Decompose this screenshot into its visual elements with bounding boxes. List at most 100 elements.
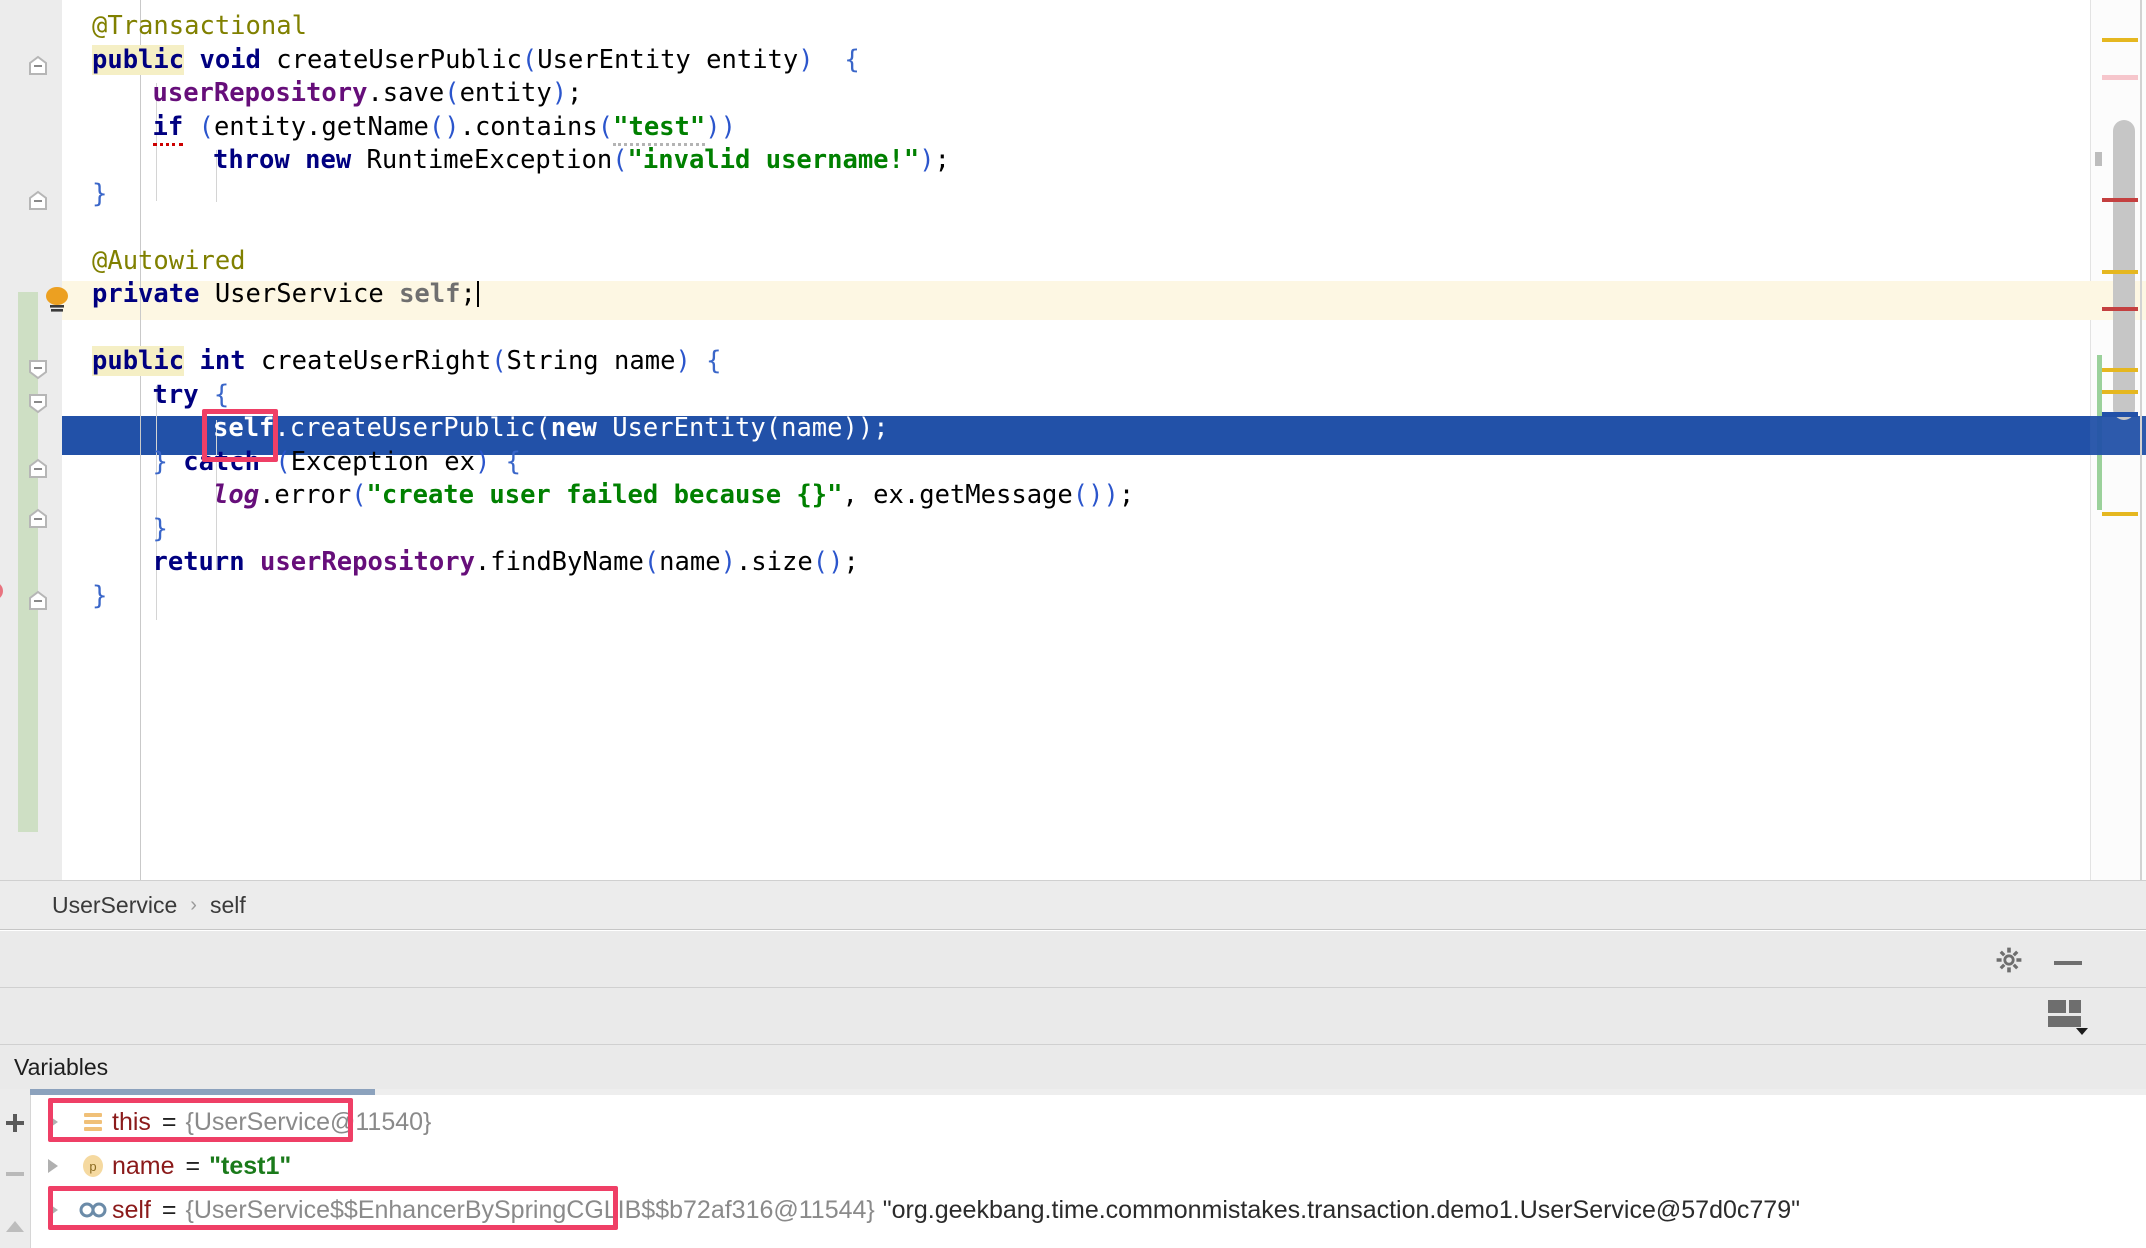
error-stripe-mark[interactable] (2102, 198, 2138, 202)
code-line[interactable]: public void createUserPublic(UserEntity … (0, 42, 2090, 76)
ide-window: @Transactionalpublic void createUserPubl… (0, 0, 2146, 1248)
variable-equals: = (162, 1108, 177, 1137)
code-token: return (153, 547, 245, 577)
variables-panel-title: Variables (0, 1045, 2146, 1089)
code-token: () (813, 547, 844, 577)
code-token: ( (491, 346, 506, 376)
breadcrumb[interactable]: UserService › self (0, 880, 2146, 930)
code-line[interactable]: private UserService self; (0, 276, 2090, 310)
code-line[interactable]: if (entity.getName().contains("test")) (0, 109, 2090, 143)
code-token: .findByName (475, 547, 644, 577)
variable-row[interactable]: pname="test1" (30, 1145, 2146, 1187)
code-token: private (92, 279, 199, 309)
triangle-right-icon[interactable] (30, 1156, 74, 1176)
code-token: } (153, 514, 168, 544)
code-line[interactable]: return userRepository.findByName(name).s… (0, 544, 2090, 578)
code-line[interactable]: try { (0, 377, 2090, 411)
code-token: userRepository (260, 547, 475, 577)
field-icon (74, 1109, 112, 1135)
code-token: name (659, 547, 720, 577)
code-token: ; (873, 413, 888, 443)
code-token: } (153, 447, 168, 477)
code-token: UserService (199, 279, 399, 309)
code-token: ) (552, 78, 567, 108)
stripe-minor-marker (2095, 152, 2102, 166)
code-token: ( (199, 112, 214, 142)
code-token: ( (351, 480, 366, 510)
error-stripe-mark[interactable] (2102, 512, 2138, 516)
code-token: )) (705, 112, 736, 142)
code-line[interactable]: } (0, 578, 2090, 612)
code-line[interactable]: } (0, 511, 2090, 545)
code-token: ; (843, 547, 858, 577)
error-stripe-mark[interactable] (2102, 307, 2138, 311)
code-token: ; (935, 145, 950, 175)
code-token: { (706, 346, 721, 376)
code-line[interactable]: @Transactional (0, 8, 2090, 42)
variable-value: "test1" (209, 1152, 291, 1181)
error-stripe-mark[interactable] (2102, 412, 2138, 417)
minimize-icon[interactable] (2052, 955, 2084, 965)
variable-row[interactable]: self={UserService$$EnhancerBySpringCGLIB… (30, 1189, 2146, 1231)
breadcrumb-class[interactable]: UserService (52, 892, 177, 919)
code-token: ( (535, 413, 550, 443)
code-token: () (1073, 480, 1104, 510)
code-token: userRepository (153, 78, 368, 108)
variable-row[interactable]: this={UserService@11540} (30, 1101, 2146, 1143)
code-line[interactable]: } (0, 176, 2090, 210)
variable-value: {UserService$$EnhancerBySpringCGLIB$$b72… (186, 1196, 875, 1225)
triangle-right-icon[interactable] (30, 1112, 74, 1132)
code-line[interactable]: } catch (Exception ex) { (0, 444, 2090, 478)
code-text[interactable]: @Transactionalpublic void createUserPubl… (0, 0, 2090, 880)
code-token: catch (183, 447, 260, 477)
code-token: ( (766, 413, 781, 443)
stripe-right-border (2140, 0, 2142, 880)
code-token: try (153, 380, 199, 410)
code-token: self (213, 413, 274, 443)
code-line[interactable]: self.createUserPublic(new UserEntity(nam… (0, 410, 2090, 444)
svg-text:p: p (89, 1159, 96, 1174)
code-line[interactable]: userRepository.save(entity); (0, 75, 2090, 109)
gear-icon[interactable] (1994, 945, 2024, 975)
variables-toolbar[interactable] (0, 1089, 30, 1248)
triangle-up-icon[interactable] (3, 1214, 27, 1238)
variables-title-label: Variables (14, 1054, 108, 1081)
triangle-right-icon[interactable] (30, 1200, 74, 1220)
code-token: createUserPublic (261, 45, 522, 75)
error-stripe-mark[interactable] (2102, 390, 2138, 394)
code-token: throw (213, 145, 290, 175)
code-token (184, 45, 199, 75)
error-stripe-column[interactable] (2090, 0, 2146, 880)
code-token: ) (798, 45, 813, 75)
code-token: UserEntity entity (537, 45, 798, 75)
code-line[interactable]: log.error("create user failed because {}… (0, 477, 2090, 511)
code-line[interactable] (0, 310, 2090, 344)
layout-settings-icon[interactable] (2046, 996, 2090, 1036)
code-line[interactable] (0, 209, 2090, 243)
code-token: ) (475, 447, 490, 477)
variables-hscrollbar-thumb[interactable] (30, 1089, 375, 1095)
code-token: int (199, 346, 245, 376)
code-token: entity (460, 78, 552, 108)
add-watch-button[interactable] (3, 1111, 27, 1135)
remove-watch-button[interactable] (3, 1162, 27, 1186)
code-token (814, 45, 845, 75)
parameter-icon: p (74, 1153, 112, 1179)
code-line[interactable]: @Autowired (0, 243, 2090, 277)
variable-equals: = (162, 1196, 177, 1225)
code-editor[interactable]: @Transactionalpublic void createUserPubl… (0, 0, 2146, 880)
link-icon (74, 1197, 112, 1223)
code-token: "create user failed because {}" (367, 480, 843, 510)
error-stripe-mark[interactable] (2102, 270, 2138, 274)
error-stripe-mark[interactable] (2102, 38, 2138, 42)
text-caret (477, 281, 479, 307)
code-token: ) (919, 145, 934, 175)
error-stripe-mark[interactable] (2102, 75, 2138, 80)
code-token: ( (444, 78, 459, 108)
code-line[interactable]: public int createUserRight(String name) … (0, 343, 2090, 377)
code-line[interactable]: throw new RuntimeException("invalid user… (0, 142, 2090, 176)
breadcrumb-member[interactable]: self (210, 892, 246, 919)
code-token: void (199, 45, 260, 75)
variable-value: {UserService@11540} (186, 1108, 432, 1137)
error-stripe-mark[interactable] (2102, 368, 2138, 372)
